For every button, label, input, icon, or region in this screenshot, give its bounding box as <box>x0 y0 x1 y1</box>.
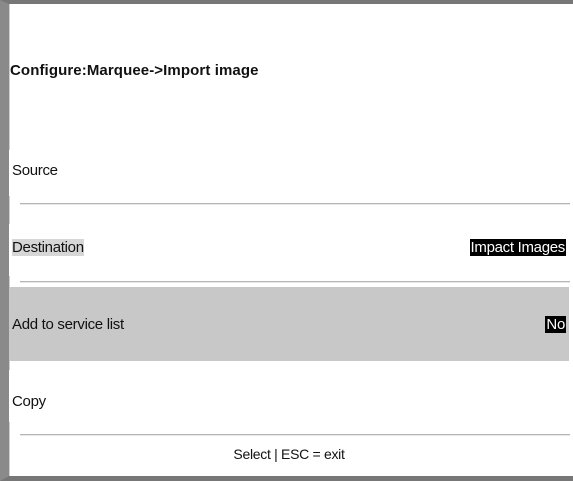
menu-item-copy-label: Copy <box>12 393 46 410</box>
page-title: Configure:Marquee->Import image <box>10 62 259 79</box>
menu-item-destination[interactable]: Destination Impact Images <box>9 224 569 276</box>
menu-item-destination-label: Destination <box>12 239 84 256</box>
menu-item-copy[interactable]: Copy <box>9 370 569 422</box>
destination-value[interactable]: Impact Images <box>469 239 566 256</box>
menu-item-add-to-service-list-label: Add to service list <box>12 316 124 333</box>
separator <box>20 281 570 283</box>
title-prefix: Configure: <box>10 62 87 79</box>
menu-item-add-to-service-list[interactable]: Add to service list No <box>9 287 569 361</box>
title-path: Marquee->Import image <box>86 62 259 79</box>
separator <box>20 434 570 436</box>
menu-item-source-label: Source <box>12 162 58 179</box>
menu-item-source[interactable]: Source <box>9 150 569 196</box>
add-to-service-list-value[interactable]: No <box>545 316 566 333</box>
footer-hint: Select | ESC = exit <box>233 446 345 462</box>
separator <box>20 203 570 205</box>
